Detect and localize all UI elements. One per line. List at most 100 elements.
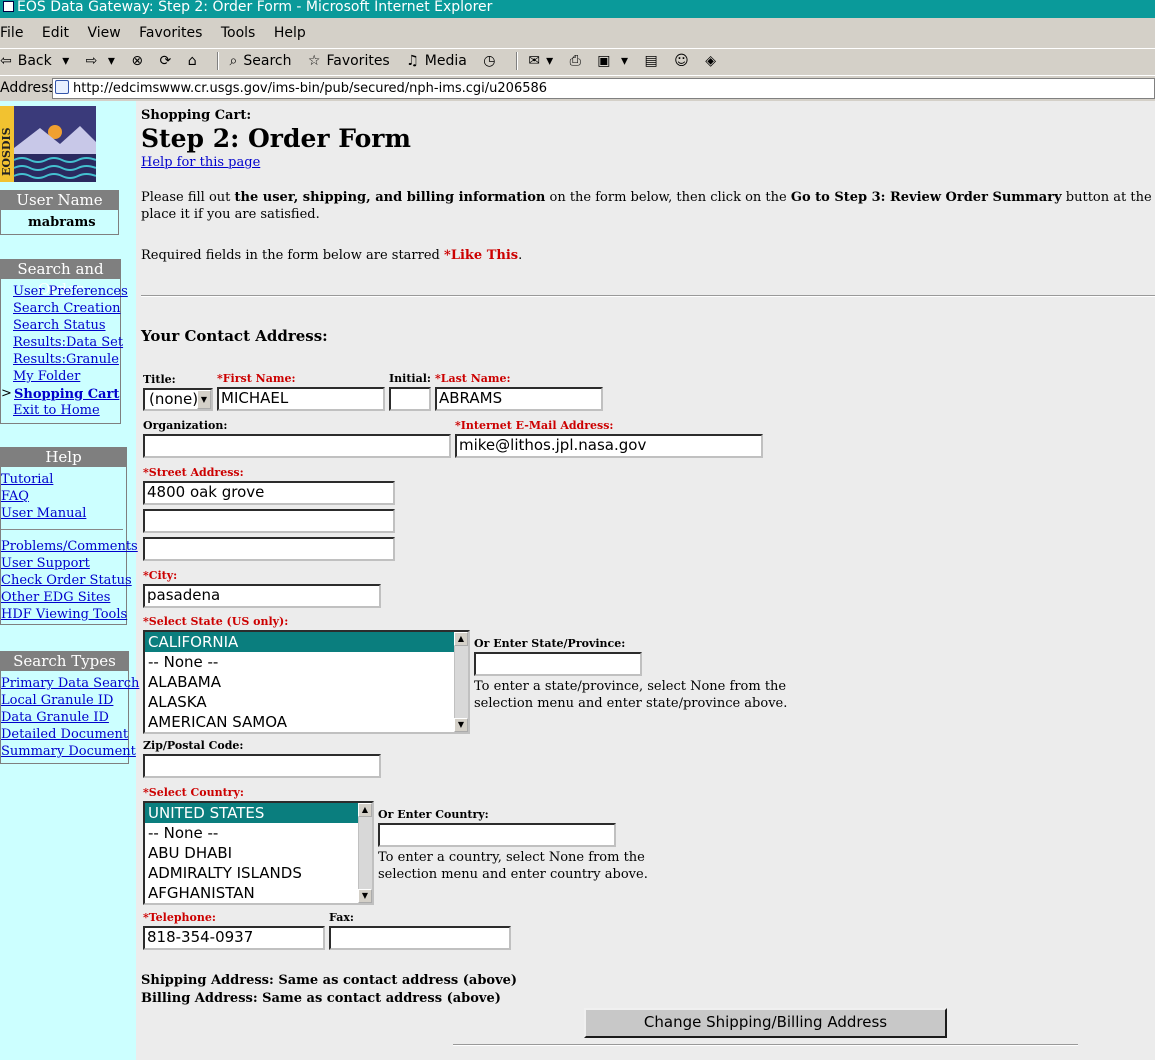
media-icon: ♫ [406, 53, 419, 69]
initial-input[interactable] [389, 387, 431, 411]
home-button[interactable]: ⌂ [188, 53, 203, 69]
country-scrollbar[interactable]: ▲ ▼ [358, 803, 372, 903]
address-url: http://edcimswww.cr.usgs.gov/ims-bin/pub… [73, 81, 548, 96]
country-option[interactable]: -- None -- [145, 823, 372, 843]
toolbar-separator [515, 52, 518, 70]
current-page-marker: > [1, 386, 12, 401]
scroll-down-icon[interactable]: ▼ [454, 718, 468, 732]
home-icon: ⌂ [187, 53, 197, 69]
address-input[interactable]: http://edcimswww.cr.usgs.gov/ims-bin/pub… [52, 78, 1155, 99]
nav-my-folder[interactable]: My Folder [13, 368, 80, 385]
chevron-down-icon: ▾ [546, 53, 554, 69]
nav-results-granule[interactable]: Results:Granule [13, 351, 119, 368]
help-user-support[interactable]: User Support [1, 555, 90, 572]
bottom-divider [453, 1044, 1078, 1046]
organization-input[interactable] [143, 434, 451, 458]
forward-arrow-icon: ⇨ [85, 53, 98, 69]
help-for-page-link[interactable]: Help for this page [141, 155, 260, 170]
edit-button[interactable]: ▣ ▾ [597, 53, 634, 69]
back-button[interactable]: ⇦ Back ▾ [0, 53, 75, 69]
country-option[interactable]: ABU DHABI [145, 843, 372, 863]
search-type-primary[interactable]: Primary Data Search [1, 675, 139, 692]
help-check-order-status[interactable]: Check Order Status [1, 572, 132, 589]
telephone-input[interactable]: 818-354-0937 [143, 926, 325, 950]
nav-results-data-set[interactable]: Results:Data Set [13, 334, 123, 351]
state-listbox[interactable]: CALIFORNIA -- None -- ALABAMA ALASKA AME… [143, 630, 470, 734]
nav-search-status[interactable]: Search Status [13, 317, 106, 334]
nav-search-creation[interactable]: Search Creation [13, 300, 121, 317]
window-title: EOS Data Gateway: Step 2: Order Form - M… [17, 0, 493, 15]
help-faq[interactable]: FAQ [1, 488, 29, 505]
nav-exit-to-home[interactable]: Exit to Home [13, 402, 100, 419]
messenger-icon: ☺ [674, 53, 689, 69]
refresh-icon: ⟳ [159, 53, 172, 69]
first-name-input[interactable]: MICHAEL [217, 387, 385, 411]
title-select[interactable]: (none) ▼ [143, 388, 213, 411]
menu-tools[interactable]: Tools [221, 25, 256, 41]
first-name-label: *First Name: [217, 372, 296, 385]
menu-file[interactable]: File [0, 25, 23, 41]
help-tutorial[interactable]: Tutorial [1, 471, 53, 488]
country-option-selected[interactable]: UNITED STATES [145, 803, 372, 823]
street-address-input-1[interactable]: 4800 oak grove [143, 481, 395, 505]
research-button[interactable]: ◈ [705, 53, 722, 69]
favorites-icon: ☆ [307, 53, 321, 69]
help-user-manual[interactable]: User Manual [1, 505, 86, 522]
street-address-input-3[interactable] [143, 537, 395, 561]
print-button[interactable]: ⎙ [570, 53, 587, 69]
scroll-up-icon[interactable]: ▲ [454, 632, 468, 646]
state-label: *Select State (US only): [143, 615, 289, 628]
state-option[interactable]: ALASKA [145, 692, 468, 712]
help-hdf-viewing-tools[interactable]: HDF Viewing Tools [1, 606, 127, 623]
intro-text: Please fill out the user, shipping, and … [141, 190, 1155, 205]
search-type-data-granule[interactable]: Data Granule ID [1, 709, 109, 726]
messenger-button[interactable]: ☺ [674, 53, 695, 69]
state-hint-1: To enter a state/province, select None f… [474, 679, 787, 694]
billing-address-text: Billing Address: Same as contact address… [141, 991, 501, 1006]
search-button[interactable]: ⌕ Search [230, 53, 298, 69]
intro-text-line2: place it if you are satisfied. [141, 207, 320, 222]
scroll-down-icon[interactable]: ▼ [358, 889, 372, 903]
menu-help[interactable]: Help [274, 25, 306, 41]
fax-input[interactable] [329, 926, 511, 950]
nav-shopping-cart[interactable]: Shopping Cart [14, 386, 119, 403]
discuss-icon: ▤ [644, 53, 658, 69]
state-option-selected[interactable]: CALIFORNIA [145, 632, 468, 652]
city-input[interactable]: pasadena [143, 584, 381, 608]
address-bar: Address http://edcimswww.cr.usgs.gov/ims… [0, 75, 1155, 100]
nav-user-preferences[interactable]: User Preferences [13, 283, 128, 300]
state-option[interactable]: -- None -- [145, 652, 468, 672]
country-other-input[interactable] [378, 823, 616, 847]
history-button[interactable]: ◷ [483, 53, 501, 69]
favorites-button[interactable]: ☆ Favorites [308, 53, 396, 69]
menu-edit[interactable]: Edit [42, 25, 69, 41]
refresh-button[interactable]: ⟳ [160, 53, 178, 69]
search-type-detailed-document[interactable]: Detailed Document [1, 726, 128, 743]
email-input[interactable]: mike@lithos.jpl.nasa.gov [455, 434, 763, 458]
country-label: *Select Country: [143, 786, 244, 799]
discuss-button[interactable]: ▤ [644, 53, 663, 69]
stop-button[interactable]: ⊗ [131, 53, 149, 69]
mail-button[interactable]: ✉ ▾ [528, 53, 559, 69]
street-address-input-2[interactable] [143, 509, 395, 533]
zip-input[interactable] [143, 754, 381, 778]
change-shipping-billing-button[interactable]: Change Shipping/Billing Address [584, 1008, 947, 1038]
media-button[interactable]: ♫ Media [406, 53, 473, 69]
forward-button[interactable]: ⇨ ▾ [86, 53, 121, 69]
country-listbox[interactable]: UNITED STATES -- None -- ABU DHABI ADMIR… [143, 801, 374, 905]
sidebar: EOSDIS User Name mabrams Search and Orde… [0, 101, 139, 1060]
search-type-summary-document[interactable]: Summary Document [1, 743, 136, 760]
last-name-input[interactable]: ABRAMS [435, 387, 603, 411]
state-option[interactable]: AMERICAN SAMOA [145, 712, 468, 732]
state-scrollbar[interactable]: ▲ ▼ [454, 632, 468, 732]
help-other-edg-sites[interactable]: Other EDG Sites [1, 589, 110, 606]
state-other-input[interactable] [474, 652, 642, 676]
help-problems-comments[interactable]: Problems/Comments [1, 538, 138, 555]
state-option[interactable]: ALABAMA [145, 672, 468, 692]
scroll-up-icon[interactable]: ▲ [358, 803, 372, 817]
search-type-local-granule[interactable]: Local Granule ID [1, 692, 113, 709]
menu-favorites[interactable]: Favorites [139, 25, 202, 41]
country-option[interactable]: AFGHANISTAN [145, 883, 372, 903]
menu-view[interactable]: View [87, 25, 120, 41]
country-option[interactable]: ADMIRALTY ISLANDS [145, 863, 372, 883]
